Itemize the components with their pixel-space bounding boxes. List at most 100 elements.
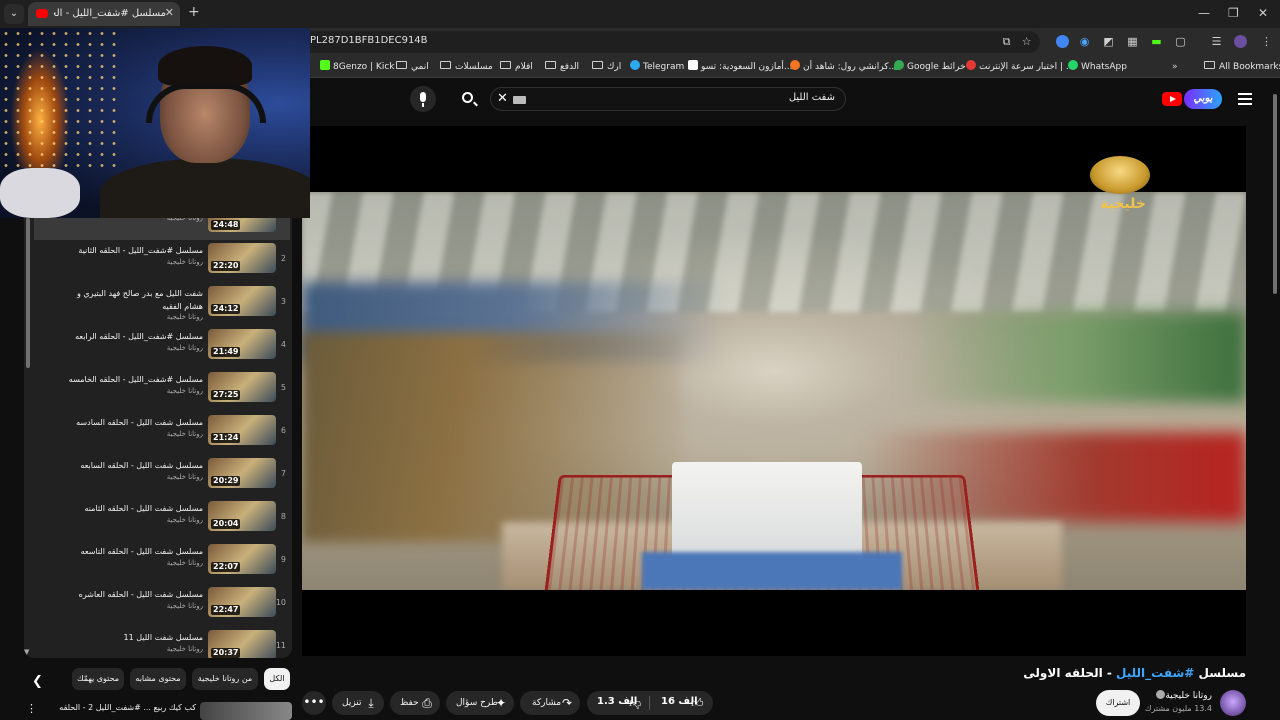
folder-icon [500, 61, 511, 69]
close-window-button[interactable]: ✕ [1258, 6, 1268, 20]
extension-3-icon[interactable]: ◩ [1102, 35, 1115, 48]
keyboard-icon[interactable] [513, 96, 526, 104]
browser-tab-active[interactable]: مسلسل #شفت_الليل - الحلقه الا ✕ [28, 2, 180, 26]
brand-logo[interactable]: يوبي [1184, 89, 1222, 109]
bookmark-folder-ark[interactable]: ارك [592, 60, 621, 74]
bookmark-star-icon[interactable]: ☆ [1020, 35, 1033, 48]
youtube-logo-icon[interactable] [1162, 92, 1182, 106]
playlist-scrollbar[interactable]: ▼ [24, 218, 32, 658]
bookmarks-overflow-icon[interactable]: » [1172, 60, 1178, 74]
install-app-icon[interactable]: ⧉ [1000, 35, 1013, 48]
playlist-item[interactable]: 5 27:25 مسلسل #شفت_الليل - الحلقه الخامس… [34, 369, 290, 412]
bookmark-crunchyroll[interactable]: كرانشي رول: شاهد أن... [790, 60, 897, 74]
playlist-item[interactable]: 11 20:37 مسلسل شفت الليل 11 روتانا خليجي… [34, 627, 290, 658]
bookmark-google-maps[interactable]: Google خرائط [894, 60, 966, 74]
duration-badge: 24:48 [211, 220, 241, 230]
video-thumbnail: 27:25 [208, 372, 276, 402]
verified-icon [1156, 690, 1166, 699]
folder-icon [440, 61, 451, 69]
url-text: PL287D1BFB1DEC914B [310, 35, 428, 46]
save-playlist-icon: ⎙ [422, 696, 432, 710]
new-tab-button[interactable]: + [188, 4, 200, 20]
extension-6-icon[interactable]: ▢ [1174, 35, 1187, 48]
playlist-item[interactable]: 6 21:24 مسلسل شفت الليل - الحلقه السادسه… [34, 412, 290, 455]
video-player[interactable]: خليجية [302, 126, 1246, 656]
voice-search-icon[interactable] [410, 86, 436, 112]
blurred-shelf [902, 312, 1246, 402]
playlist-channel: روتانا خليجية [166, 344, 203, 352]
search-button[interactable] [452, 87, 486, 111]
headset-icon [146, 83, 266, 123]
maximize-button[interactable]: ❐ [1228, 6, 1239, 20]
hashtag-link[interactable]: #شفت_الليل [1116, 666, 1194, 680]
bookmark-folder-anime[interactable]: انمي [396, 60, 429, 74]
playlist-channel: روتانا خليجية [166, 313, 203, 321]
more-options-icon[interactable]: ⋮ [26, 702, 37, 715]
tab-close-icon[interactable]: ✕ [165, 6, 174, 19]
bookmark-telegram[interactable]: Telegram [630, 60, 684, 74]
extension-5-icon[interactable]: ▬ [1150, 35, 1163, 48]
profile-avatar-icon[interactable] [1234, 35, 1247, 48]
channel-avatar[interactable] [1220, 690, 1246, 716]
playlist-item[interactable]: 2 22:20 مسلسل #شفت_الليل - الحلقه الثاني… [34, 240, 290, 283]
divider [649, 696, 650, 710]
hamburger-menu-icon[interactable] [1238, 93, 1252, 105]
scroll-down-arrow-icon[interactable]: ▼ [24, 648, 29, 656]
extension-2-icon[interactable]: ◉ [1078, 35, 1091, 48]
channel-name[interactable]: روتانا خليجية [1153, 690, 1212, 701]
chip-related[interactable]: محتوى مشابه [130, 668, 186, 690]
bookmark-amazon[interactable]: أمازون السعودية: تسو... [688, 60, 793, 74]
minimize-button[interactable]: — [1198, 6, 1210, 20]
playlist-channel: روتانا خليجية [166, 387, 203, 395]
bookmark-speedtest[interactable]: اختبار سرعة الإنترنت | ... [966, 60, 1075, 74]
pillow [0, 168, 80, 218]
subscriber-count: 13.4 مليون مشترك [1144, 704, 1212, 713]
share-button[interactable]: ↷ مشاركة [520, 691, 580, 715]
cart-goods [642, 552, 902, 590]
search-input[interactable]: ✕ شفت الليل [490, 87, 846, 111]
extension-4-icon[interactable]: ▦ [1126, 35, 1139, 48]
telegram-icon [630, 60, 640, 70]
scrollbar-thumb[interactable] [1273, 94, 1277, 294]
extension-1-icon[interactable] [1056, 35, 1069, 48]
playlist-item-title: مسلسل شفت الليل - الحلقه السادسه [76, 418, 203, 427]
bookmark-kick[interactable]: 8Genzo | Kick [320, 60, 395, 74]
ask-button[interactable]: ✦ طرح سؤال [446, 691, 514, 715]
playlist-item[interactable]: 8 20:04 مسلسل شفت الليل - الحلقه الثامنه… [34, 498, 290, 541]
extensions-puzzle-icon[interactable]: ☰ [1210, 35, 1223, 48]
video-thumbnail: 22:07 [208, 544, 276, 574]
more-actions-button[interactable]: ••• [302, 691, 326, 715]
chips-left-arrow-icon[interactable]: ❮ [32, 674, 43, 689]
playlist-item[interactable]: 4 21:49 مسلسل #شفت_الليل - الحلقه الرابع… [34, 326, 290, 369]
share-icon: ↷ [561, 696, 573, 710]
save-button[interactable]: ⎙ حفظ [390, 691, 440, 715]
playlist-item[interactable]: 7 20:29 مسلسل شفت الليل - الحلقه السابعه… [34, 455, 290, 498]
whatsapp-icon [1068, 60, 1078, 70]
tab-search-button[interactable]: ⌄ [4, 4, 24, 24]
clear-search-icon[interactable]: ✕ [497, 91, 508, 106]
all-bookmarks-folder[interactable]: All Bookmarks [1204, 60, 1280, 74]
subscribe-button[interactable]: اشتراك [1096, 690, 1140, 716]
chip-all[interactable]: الكل [264, 668, 290, 690]
playlist-item-title: مسلسل #شفت_الليل - الحلقه الثانية [78, 246, 203, 255]
search-query: شفت الليل [788, 92, 835, 103]
folder-icon [592, 61, 603, 69]
playlist-item[interactable]: 3 24:12 شفت الليل مع بدر صالح فهد البتير… [34, 283, 290, 326]
chip-recommended[interactable]: محتوى يهمّك [72, 668, 124, 690]
bookmark-folder-movies[interactable]: افلام [500, 60, 533, 74]
chip-from-channel[interactable]: من روتانا خليجية [192, 668, 258, 690]
address-bar[interactable]: PL287D1BFB1DEC914B ⧉ ☆ [300, 31, 1040, 53]
chrome-menu-icon[interactable]: ⋮ [1260, 35, 1273, 48]
recommendation-item[interactable]: ⋮ كب كيك ربيع ... #شفت_الليل 2 - الحلقه [24, 700, 292, 720]
playlist-item[interactable]: 9 22:07 مسلسل شفت الليل - الحلقه التاسعه… [34, 541, 290, 584]
bookmark-folder-payment[interactable]: الدفع [545, 60, 579, 74]
scrollbar-thumb[interactable] [26, 218, 30, 368]
bookmark-whatsapp[interactable]: WhatsApp [1068, 60, 1127, 74]
download-button[interactable]: ⤓ تنزيل [332, 691, 384, 715]
bookmark-folder-series[interactable]: مسلسلات [440, 60, 493, 74]
page-scrollbar[interactable] [1270, 82, 1280, 720]
dislike-count[interactable]: 1.3 الف [597, 696, 637, 707]
playlist-item[interactable]: 10 22:47 مسلسل شفت الليل - الحلقه العاشر… [34, 584, 290, 627]
playlist-channel: روتانا خليجية [166, 645, 203, 653]
like-count[interactable]: 16 الف [661, 696, 698, 707]
